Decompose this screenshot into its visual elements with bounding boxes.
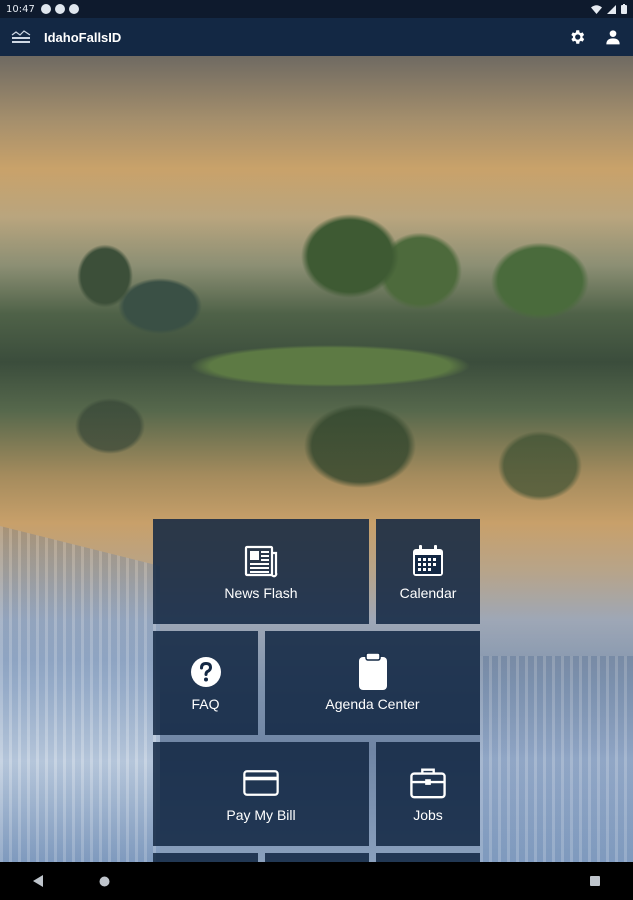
water-reflection xyxy=(0,386,633,536)
tile-pay-my-bill[interactable]: Pay My Bill xyxy=(153,742,369,846)
tile-label: FAQ xyxy=(191,696,220,712)
notification-icon xyxy=(54,4,65,14)
newspaper-icon xyxy=(243,543,279,579)
back-button[interactable] xyxy=(28,871,48,891)
city-logo-icon[interactable] xyxy=(10,29,32,45)
notification-icon xyxy=(40,4,51,14)
tile-calendar[interactable]: Calendar xyxy=(376,519,480,624)
tile-partial[interactable] xyxy=(265,853,369,862)
account-button[interactable] xyxy=(603,27,623,47)
battery-icon xyxy=(621,4,627,14)
trees xyxy=(0,196,633,396)
tile-label: Jobs xyxy=(413,807,443,823)
calendar-icon xyxy=(410,543,446,579)
app-title: IdahoFallsID xyxy=(44,29,122,45)
home-button[interactable] xyxy=(94,871,114,891)
question-icon xyxy=(188,654,224,690)
tile-label: Calendar xyxy=(399,584,457,601)
settings-button[interactable] xyxy=(567,27,587,47)
tile-label: Pay My Bill xyxy=(226,807,296,823)
person-icon xyxy=(606,30,620,45)
status-right xyxy=(591,4,627,14)
app-bar: IdahoFallsID xyxy=(0,18,633,56)
system-navigation-bar xyxy=(0,862,633,900)
tile-faq[interactable]: FAQ xyxy=(153,631,258,735)
tile-agenda-center[interactable]: Agenda Center xyxy=(265,631,480,735)
tile-label: News Flash xyxy=(224,584,298,601)
wifi-icon xyxy=(591,4,602,14)
clipboard-icon xyxy=(355,653,391,690)
tile-label: Agenda Center xyxy=(325,696,420,712)
briefcase-icon xyxy=(410,765,446,801)
tile-jobs[interactable]: Jobs xyxy=(376,742,480,846)
tile-news-flash[interactable]: News Flash xyxy=(153,519,369,624)
waterfall-right xyxy=(480,656,633,862)
notification-icon xyxy=(68,4,79,14)
status-bar: 10:47 xyxy=(0,0,633,18)
gear-icon xyxy=(571,30,585,44)
recents-square-icon xyxy=(590,876,600,886)
tile-partial[interactable] xyxy=(376,853,480,862)
notification-icons xyxy=(40,4,79,14)
home-circle-icon xyxy=(99,876,109,886)
credit-card-icon xyxy=(243,765,279,801)
status-time: 10:47 xyxy=(6,3,35,15)
recents-button[interactable] xyxy=(585,871,605,891)
app-actions xyxy=(567,27,623,47)
signal-icon xyxy=(607,4,616,14)
back-triangle-icon xyxy=(33,875,43,887)
tile-partial[interactable] xyxy=(153,853,258,862)
